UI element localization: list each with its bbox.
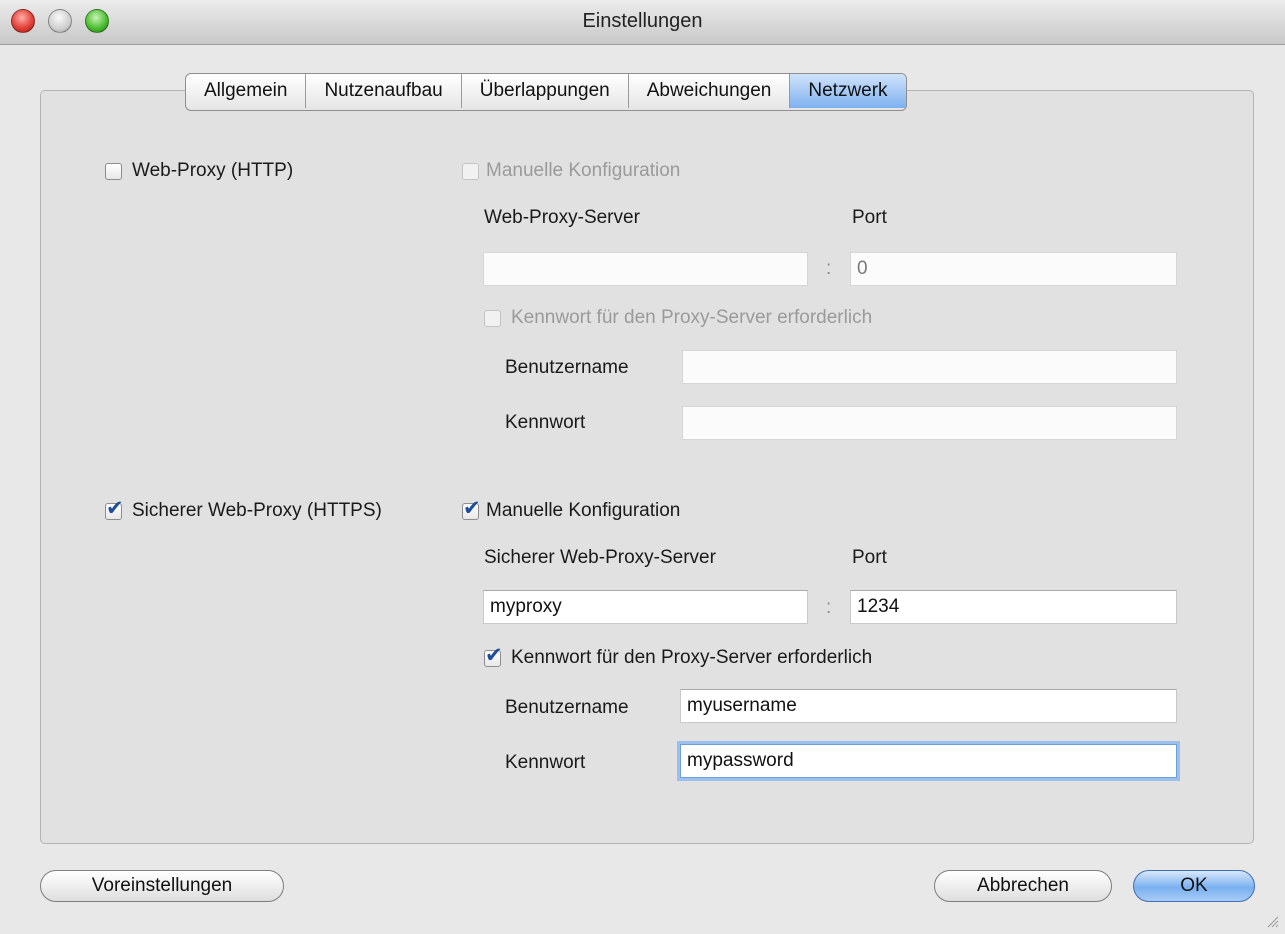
resize-grip-icon[interactable] <box>1265 914 1279 928</box>
ok-button[interactable]: OK <box>1133 870 1255 902</box>
defaults-button[interactable]: Voreinstellungen <box>40 870 284 902</box>
https-port-label: Port <box>852 547 887 568</box>
checkmark-icon: ✔ <box>463 497 481 520</box>
http-proxy-label: Web-Proxy (HTTP) <box>132 160 294 181</box>
https-proxy-checkbox[interactable]: ✔ <box>105 498 124 520</box>
http-server-input[interactable] <box>483 252 808 286</box>
https-username-input[interactable] <box>680 689 1177 723</box>
http-server-label: Web-Proxy-Server <box>484 207 640 228</box>
tab-nutzenaufbau[interactable]: Nutzenaufbau <box>306 74 462 108</box>
cancel-button[interactable]: Abbrechen <box>934 870 1112 902</box>
http-username-input[interactable] <box>682 350 1177 384</box>
https-password-input[interactable] <box>680 744 1177 778</box>
https-server-label: Sicherer Web-Proxy-Server <box>484 547 716 568</box>
title-bar: Einstellungen <box>0 0 1285 45</box>
http-port-input[interactable] <box>850 252 1177 286</box>
http-password-input[interactable] <box>682 406 1177 440</box>
https-auth-checkbox[interactable]: ✔ <box>484 645 503 667</box>
tab-allgemein[interactable]: Allgemein <box>186 74 307 108</box>
tab-netzwerk[interactable]: Netzwerk <box>790 74 906 108</box>
checkmark-icon: ✔ <box>106 497 124 520</box>
https-port-input[interactable] <box>850 590 1177 624</box>
https-proxy-label: Sicherer Web-Proxy (HTTPS) <box>132 500 382 521</box>
https-username-label: Benutzername <box>505 697 629 718</box>
http-proxy-checkbox[interactable] <box>105 163 122 180</box>
https-auth-label: Kennwort für den Proxy-Server erforderli… <box>511 647 873 668</box>
tab-abweichungen[interactable]: Abweichungen <box>629 74 791 108</box>
http-username-label: Benutzername <box>505 357 629 378</box>
http-auth-label: Kennwort für den Proxy-Server erforderli… <box>511 307 873 328</box>
https-server-input[interactable] <box>483 590 808 624</box>
tab-content-panel <box>40 90 1254 844</box>
checkmark-icon: ✔ <box>485 644 503 667</box>
window-title: Einstellungen <box>582 10 703 32</box>
http-password-label: Kennwort <box>505 412 586 433</box>
https-colon: : <box>826 597 832 618</box>
tab-bar: Allgemein Nutzenaufbau Überlappungen Abw… <box>185 73 907 111</box>
http-port-label: Port <box>852 207 887 228</box>
https-password-label: Kennwort <box>505 752 586 773</box>
http-manual-config-checkbox[interactable] <box>462 163 479 180</box>
settings-window: Einstellungen Allgemein Nutzenaufbau Übe… <box>0 0 1285 934</box>
https-manual-config-checkbox[interactable]: ✔ <box>462 498 481 520</box>
http-manual-config-label: Manuelle Konfiguration <box>486 160 681 181</box>
http-auth-checkbox[interactable] <box>484 310 501 327</box>
http-colon: : <box>826 258 832 279</box>
tab-ueberlappungen[interactable]: Überlappungen <box>462 74 629 108</box>
https-manual-config-label: Manuelle Konfiguration <box>486 500 681 521</box>
